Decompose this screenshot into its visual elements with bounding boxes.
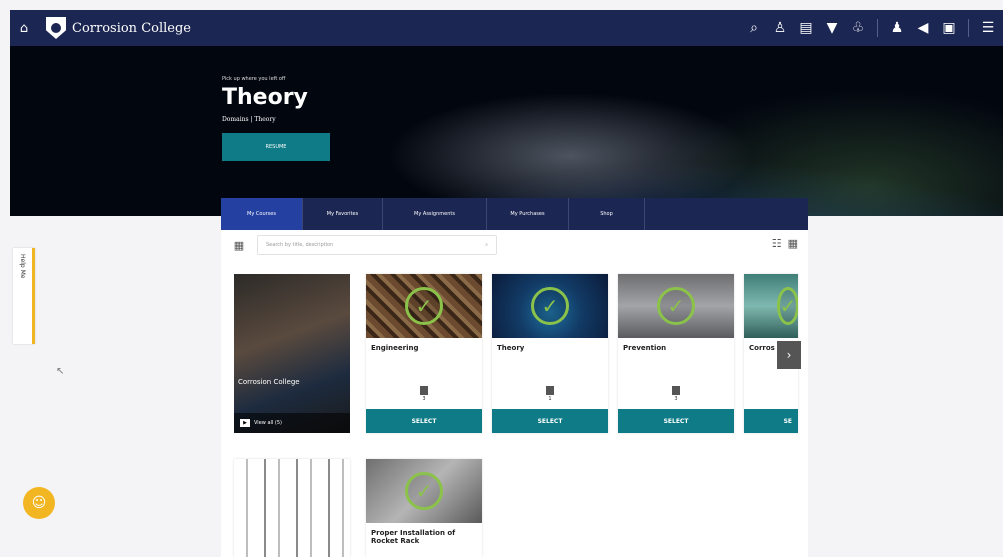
breadcrumb[interactable]: Domains | Theory — [222, 116, 330, 123]
course-title: Theory — [497, 344, 525, 352]
topbar-icons: ⌕ ♙ ▤ ▼ ♧ ♟ ◀ ▣ ☰ — [747, 10, 1003, 46]
check-icon: ✓ — [405, 472, 443, 510]
brand-logo[interactable]: Corrosion College — [46, 17, 191, 39]
divider — [877, 19, 878, 37]
divider — [968, 19, 969, 37]
carousel-next-button[interactable]: › — [777, 341, 801, 369]
check-icon: ✓ — [531, 287, 569, 325]
course-thumbnail — [234, 459, 350, 557]
hero-title: Theory — [222, 85, 308, 110]
list-view-icon[interactable]: ☷ — [772, 237, 782, 250]
resume-button[interactable]: RESUME — [222, 133, 330, 161]
select-button[interactable]: SELECT — [366, 409, 482, 433]
check-icon: ✓ — [405, 287, 443, 325]
promo-video-card[interactable]: Corrosion College ▶ View all (5) — [234, 274, 350, 433]
course-thumbnail: ✓ — [366, 274, 482, 338]
check-icon: ✓ — [657, 287, 695, 325]
select-button[interactable]: SELECT — [492, 409, 608, 433]
tab-my-purchases[interactable]: My Purchases — [487, 198, 569, 230]
menu-icon[interactable]: ☰ — [981, 21, 995, 35]
course-card[interactable]: ✓ Proper Installation of Rocket Rack — [366, 459, 482, 557]
hero-content: Pick up where you left off Theory Domain… — [222, 76, 330, 161]
course-thumbnail: ✓ — [492, 274, 608, 338]
profile-icon[interactable]: ♟ — [890, 21, 904, 35]
search-icon[interactable]: ⌕ — [485, 242, 488, 248]
chat-assistant-icon[interactable]: ☺ — [23, 487, 55, 519]
shield-icon[interactable]: ▼ — [825, 21, 839, 35]
course-card[interactable]: ✓ Prevention 3 SELECT — [618, 274, 734, 433]
hero-eyebrow: Pick up where you left off — [222, 76, 286, 82]
user-upload-icon[interactable]: ♙ — [773, 21, 787, 35]
tab-my-assignments[interactable]: My Assignments — [383, 198, 487, 230]
filter-icon[interactable]: ▦ — [221, 239, 257, 252]
top-navbar: ⌂ Corrosion College ⌕ ♙ ▤ ▼ ♧ ♟ ◀ ▣ ☰ — [10, 10, 1003, 46]
check-icon: ✓ — [776, 287, 798, 325]
course-grid: Corrosion College ▶ View all (5) ✓ Engin… — [221, 260, 808, 557]
tab-shop[interactable]: Shop — [569, 198, 645, 230]
course-count: 3 — [618, 386, 734, 402]
book-icon — [672, 386, 680, 395]
course-toolbar: ▦ Search by title, description ⌕ ☷ ▦ — [221, 230, 808, 260]
hero-banner: Pick up where you left off Theory Domain… — [10, 46, 1003, 216]
course-card[interactable]: ✓ Engineering 3 SELECT — [366, 274, 482, 433]
course-card[interactable]: ✓ Theory 1 SELECT — [492, 274, 608, 433]
video-play-icon: ▶ — [240, 419, 250, 427]
course-count: 1 — [492, 386, 608, 402]
course-thumbnail: ✓ — [618, 274, 734, 338]
home-icon[interactable]: ⌂ — [10, 10, 38, 46]
view-toggles: ☷ ▦ — [772, 237, 798, 250]
book-icon — [546, 386, 554, 395]
promo-footer[interactable]: ▶ View all (5) — [234, 413, 350, 433]
wallet-icon[interactable]: ▣ — [942, 21, 956, 35]
tab-my-courses[interactable]: My Courses — [221, 198, 303, 230]
flask-icon[interactable]: ♧ — [851, 21, 865, 35]
help-tab-label: Help Me — [19, 254, 26, 279]
course-tabs: My Courses My Favorites My Assignments M… — [221, 198, 808, 230]
certificate-icon[interactable]: ▤ — [799, 21, 813, 35]
search-input[interactable]: Search by title, description ⌕ — [257, 235, 497, 255]
megaphone-icon[interactable]: ◀ — [916, 21, 930, 35]
grid-view-icon[interactable]: ▦ — [788, 237, 798, 250]
course-thumbnail: ✓ — [366, 459, 482, 523]
brand-name: Corrosion College — [72, 20, 191, 36]
promo-overlay-text: Corrosion College — [238, 378, 300, 386]
promo-video-label: View all (5) — [254, 420, 282, 426]
course-title: Proper Installation of Rocket Rack — [371, 529, 456, 545]
course-count: 3 — [366, 386, 482, 402]
tab-my-favorites[interactable]: My Favorites — [303, 198, 383, 230]
course-title: Engineering — [371, 344, 419, 352]
book-icon — [420, 386, 428, 395]
shield-logo-icon — [46, 17, 66, 39]
course-card[interactable] — [234, 459, 350, 557]
help-tab[interactable]: Help Me — [13, 248, 35, 344]
course-title: Prevention — [623, 344, 667, 352]
select-button[interactable]: SE — [744, 409, 798, 433]
search-icon[interactable]: ⌕ — [747, 21, 761, 35]
select-button[interactable]: SELECT — [618, 409, 734, 433]
course-thumbnail: ✓ — [744, 274, 798, 338]
mouse-cursor-icon: ↖ — [56, 366, 65, 377]
search-placeholder: Search by title, description — [266, 242, 334, 248]
